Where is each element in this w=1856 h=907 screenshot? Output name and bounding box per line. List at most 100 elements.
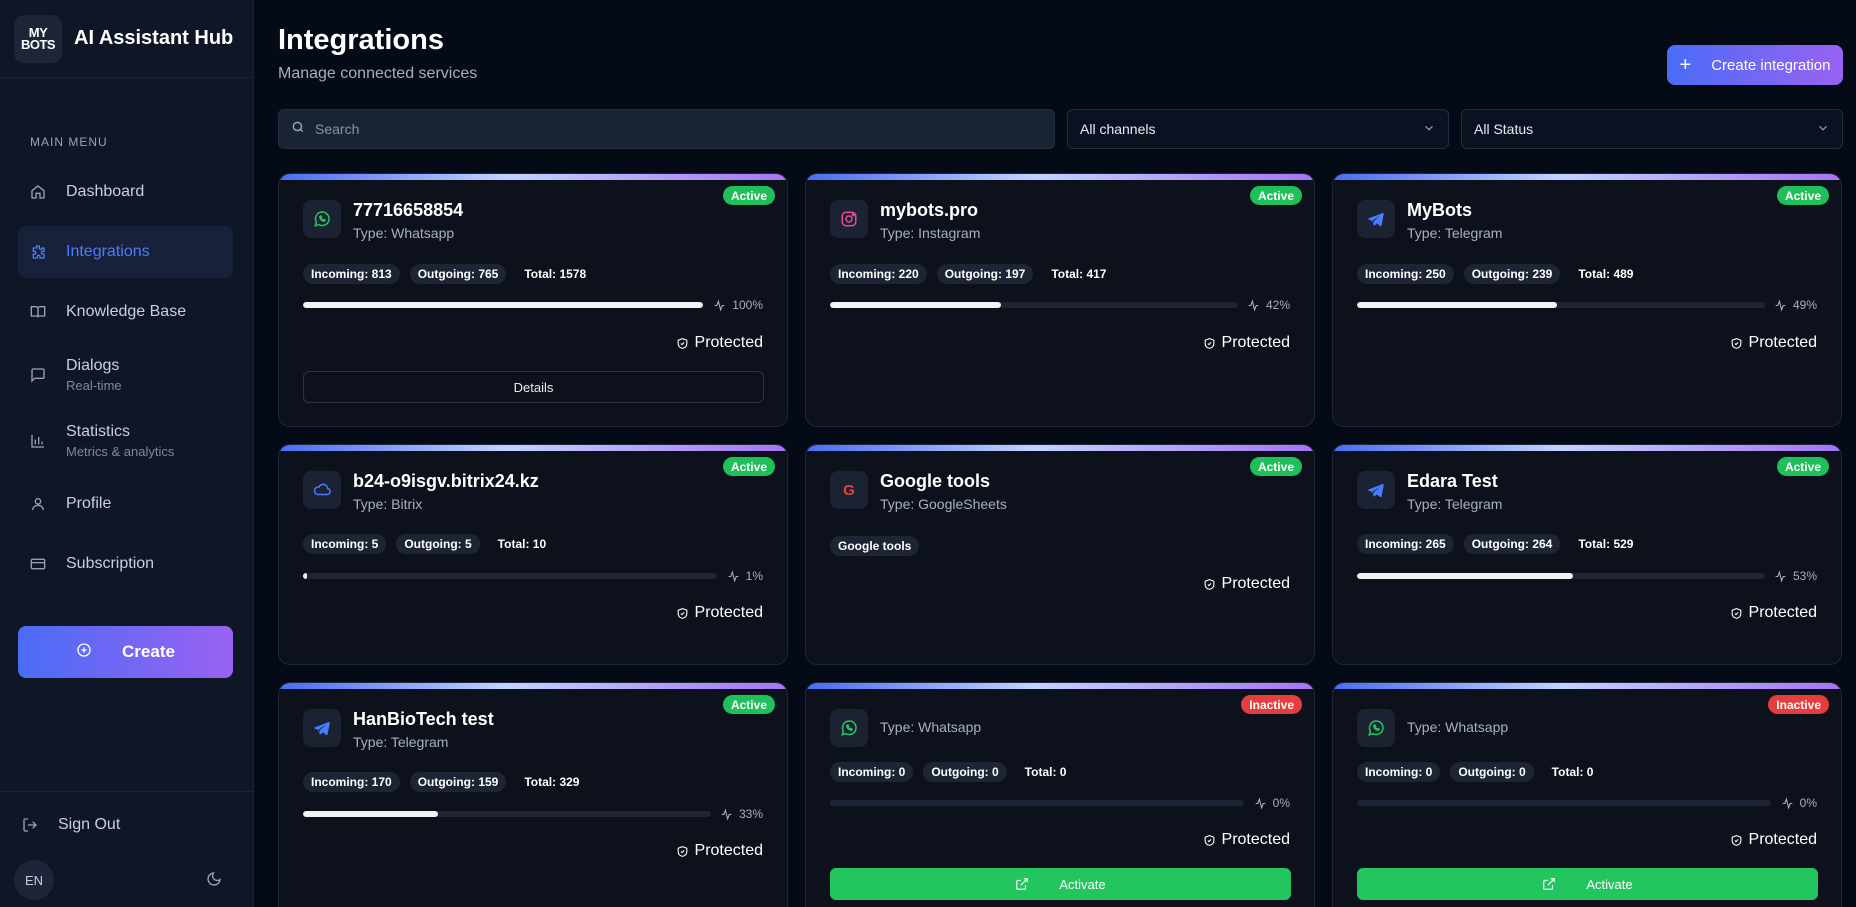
protected-label: Protected — [1203, 334, 1290, 352]
language-switcher[interactable]: EN — [14, 860, 54, 900]
integration-card: Active mybots.pro Type: Instagram Incomi… — [805, 173, 1315, 427]
total-count: Total: 1578 — [524, 267, 587, 281]
protected-label: Protected — [1730, 334, 1817, 352]
page-subtitle: Manage connected services — [278, 65, 478, 82]
total-count: Total: 10 — [497, 537, 547, 551]
shield-check-icon — [677, 607, 687, 619]
card-stats: Incoming: 220 Outgoing: 197 Total: 417 — [830, 264, 1106, 284]
card-stats: Incoming: 265 Outgoing: 264 Total: 529 — [1357, 534, 1633, 554]
brand: MY BOTS AI Assistant Hub — [0, 0, 253, 78]
protected-label: Protected — [1730, 604, 1817, 622]
status-badge: Active — [722, 186, 775, 205]
menu-label: MAIN MENU — [30, 135, 108, 149]
external-link-icon — [1016, 878, 1029, 890]
logo[interactable]: MY BOTS — [14, 14, 62, 63]
integration-card: Active Edara Test Type: Telegram Incomin… — [1332, 444, 1842, 665]
outgoing-count: Outgoing: 5 — [396, 534, 480, 554]
activate-button[interactable]: Activate — [830, 868, 1291, 900]
sidebar-item-sublabel: Real-time — [66, 378, 122, 393]
card-stats: Incoming: 170 Outgoing: 159 Total: 329 — [303, 772, 579, 792]
activate-button[interactable]: Activate — [1357, 868, 1818, 900]
telegram-icon — [303, 709, 341, 747]
shield-check-icon — [1204, 578, 1214, 590]
search-box — [278, 109, 1055, 149]
shield-check-icon — [677, 845, 687, 857]
sidebar-item-profile[interactable]: Profile — [18, 478, 233, 530]
card-title: Google tools — [880, 471, 990, 491]
sidebar-item-subscription[interactable]: Subscription — [18, 538, 233, 590]
integration-card: Active b24-o9isgv.bitrix24.kz Type: Bitr… — [278, 444, 788, 665]
status-badge: Active — [1249, 457, 1302, 476]
card-type: Type: Whatsapp — [880, 719, 982, 735]
search-icon — [291, 120, 305, 139]
progress-percent: 1% — [727, 569, 763, 583]
card-type: Type: Telegram — [1407, 225, 1503, 241]
sidebar-item-sublabel: Metrics & analytics — [66, 444, 175, 459]
create-button-label: Create — [122, 642, 175, 661]
telegram-icon — [1357, 471, 1395, 509]
integration-card: Active 77716658854 Type: Whatsapp Incomi… — [278, 173, 788, 427]
channel-select[interactable]: All channels — [1067, 109, 1449, 149]
create-integration-button[interactable]: + Create integration — [1667, 45, 1843, 85]
progress-percent: 53% — [1774, 569, 1817, 583]
sidebar-item-knowledge-base[interactable]: Knowledge Base — [18, 286, 233, 338]
sidebar-footer: Sign Out EN — [0, 791, 254, 907]
sidebar-item-integrations[interactable]: Integrations — [18, 226, 233, 278]
activity-icon — [1775, 298, 1786, 312]
card-type: Type: GoogleSheets — [880, 496, 1007, 512]
progress-percent: 100% — [713, 298, 763, 312]
total-count: Total: 489 — [1578, 267, 1634, 281]
total-count: Total: 529 — [1578, 537, 1634, 551]
whatsapp-icon — [303, 200, 341, 238]
activity-icon — [1782, 796, 1793, 810]
external-link-icon — [1543, 878, 1556, 890]
moon-icon[interactable] — [206, 871, 222, 887]
status-badge: Active — [1776, 457, 1829, 476]
incoming-count: Incoming: 0 — [830, 762, 914, 782]
sidebar-item-label: Dashboard — [66, 183, 145, 200]
shield-check-icon — [1204, 337, 1214, 349]
instagram-icon — [830, 200, 868, 238]
sidebar-item-statistics[interactable]: Statistics Metrics & analytics — [18, 412, 233, 470]
chevron-down-icon — [1422, 121, 1436, 138]
incoming-count: Incoming: 813 — [303, 264, 400, 284]
sidebar-item-label: Profile — [66, 495, 112, 512]
card-title: mybots.pro — [880, 200, 979, 220]
integration-card: Inactive Type: Whatsapp Incoming: 0 Outg… — [805, 682, 1315, 907]
details-button[interactable]: Details — [303, 371, 764, 403]
incoming-count: Incoming: 265 — [1357, 534, 1454, 554]
outgoing-count: Outgoing: 239 — [1463, 264, 1561, 284]
shield-check-icon — [1731, 337, 1741, 349]
main-nav: Dashboard Integrations Knowledge Base Di… — [18, 166, 233, 598]
sidebar-item-dialogs[interactable]: Dialogs Real-time — [18, 346, 233, 404]
card-stats: Incoming: 250 Outgoing: 239 Total: 489 — [1357, 264, 1633, 284]
puzzle-icon — [30, 244, 46, 260]
activity-icon — [1255, 796, 1266, 810]
sign-out-label: Sign Out — [58, 816, 121, 833]
progress-bar — [1357, 302, 1765, 308]
status-badge: Active — [1776, 186, 1829, 205]
protected-label: Protected — [676, 842, 763, 860]
search-input[interactable] — [315, 121, 1015, 137]
status-badge: Active — [1249, 186, 1302, 205]
progress-percent: 49% — [1774, 298, 1817, 312]
whatsapp-icon — [1357, 709, 1395, 747]
status-badge: Inactive — [1768, 695, 1829, 714]
progress-bar — [1357, 573, 1765, 579]
svg-text:G: G — [843, 482, 855, 499]
progress-bar — [1357, 800, 1771, 806]
book-icon — [30, 304, 46, 320]
card-title: MyBots — [1407, 200, 1473, 220]
create-button[interactable]: Create — [18, 626, 233, 678]
sidebar-item-label: Statistics — [66, 423, 131, 440]
google-icon: G — [830, 471, 868, 509]
total-count: Total: 417 — [1051, 267, 1107, 281]
outgoing-count: Outgoing: 0 — [1450, 762, 1534, 782]
sign-out-button[interactable]: Sign Out — [22, 816, 120, 834]
incoming-count: Incoming: 250 — [1357, 264, 1454, 284]
sidebar-item-dashboard[interactable]: Dashboard — [18, 166, 233, 218]
logo-line2: BOTS — [20, 36, 56, 52]
status-select[interactable]: All Status — [1461, 109, 1843, 149]
status-badge: Active — [722, 457, 775, 476]
card-title: Edara Test — [1407, 471, 1498, 491]
